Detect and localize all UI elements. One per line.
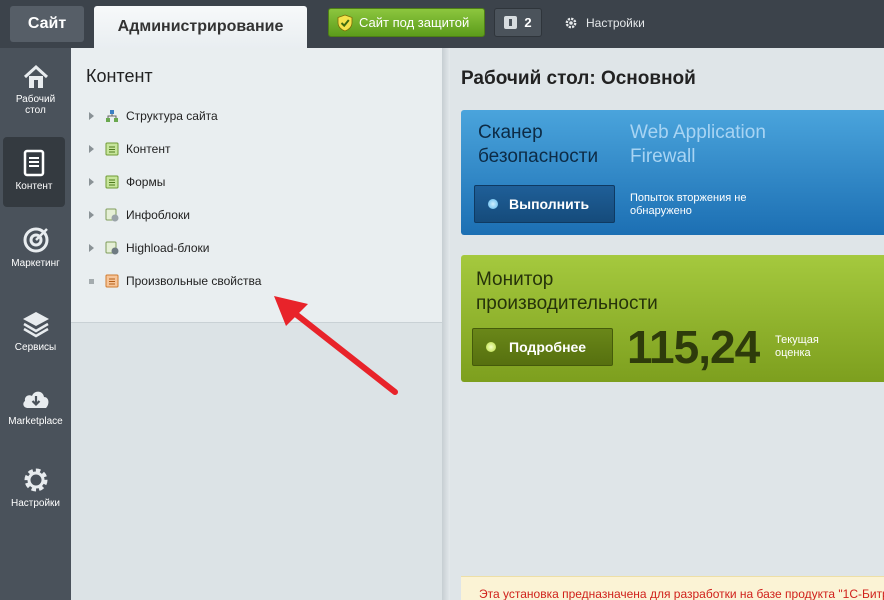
- tree-item-infoblocks[interactable]: Инфоблоки: [89, 206, 190, 224]
- scanner-title-line1: Сканер: [478, 122, 543, 143]
- monitor-more-label: Подробнее: [509, 339, 587, 355]
- shield-icon: [337, 14, 353, 31]
- tree-item-site-structure[interactable]: Структура сайта: [89, 107, 218, 125]
- tree-item-label: Формы: [126, 175, 166, 189]
- tree-item-highload[interactable]: Highload-блоки: [89, 239, 209, 257]
- monitor-title-line2: производительности: [476, 293, 658, 314]
- home-icon: [23, 64, 48, 88]
- panel-divider[interactable]: [442, 48, 450, 600]
- notifications-count: 2: [524, 15, 532, 30]
- orange-list-icon: [105, 274, 119, 288]
- tree-item-label: Структура сайта: [126, 109, 218, 123]
- run-scan-button[interactable]: Выполнить: [474, 185, 615, 223]
- green-list-icon: [105, 142, 119, 156]
- cloud-download-icon: [22, 391, 48, 408]
- gear-icon: [565, 17, 577, 28]
- bulb-icon: [488, 199, 498, 209]
- menu-item-marketing[interactable]: Маркетинг: [0, 226, 71, 269]
- run-scan-label: Выполнить: [509, 196, 590, 212]
- bullet-icon: [89, 278, 94, 284]
- tab-administration[interactable]: Администрирование: [94, 6, 307, 48]
- highload-icon: [105, 241, 119, 255]
- tree-item-label: Произвольные свойства: [126, 274, 262, 288]
- menu-item-marketing-label: Маркетинг: [11, 258, 60, 269]
- menu-item-settings[interactable]: Настройки: [0, 466, 71, 509]
- bulb-icon: [486, 342, 496, 352]
- expand-arrow-icon[interactable]: [89, 145, 94, 153]
- menu-item-marketplace-label: Marketplace: [8, 416, 63, 427]
- top-bar: Сайт Администрирование Сайт под защитой …: [0, 0, 884, 48]
- tree-item-label: Инфоблоки: [126, 208, 190, 222]
- tree-item-custom-properties[interactable]: Произвольные свойства: [89, 272, 261, 290]
- performance-monitor-widget: Монитор производительности Подробнее 115…: [461, 255, 884, 382]
- infoblock-icon: [105, 208, 119, 222]
- layers-icon: [22, 312, 49, 338]
- gear-icon: [24, 468, 47, 492]
- main-area: Рабочий стол: Основной Сканер безопаснос…: [450, 48, 884, 600]
- document-icon: [23, 149, 45, 177]
- menu-item-content-label: Контент: [15, 181, 53, 192]
- performance-score: 115,24: [627, 321, 760, 373]
- scanner-title: Сканер безопасности: [478, 121, 598, 169]
- content-panel: Контент Структура сайта Контент Формы Ин…: [71, 48, 442, 600]
- installation-warning: Эта установка предназначена для разработ…: [461, 576, 884, 600]
- notifications-button[interactable]: 2: [494, 8, 542, 37]
- tab-site[interactable]: Сайт: [10, 6, 84, 42]
- performance-score-label: Текущая оценка: [775, 334, 819, 359]
- menu-item-desktop[interactable]: Рабочий стол: [0, 64, 71, 116]
- tab-administration-label: Администрирование: [117, 18, 284, 35]
- left-menu: Рабочий стол Контент Маркетинг Сервисы M…: [0, 48, 71, 600]
- scanner-title-line2: безопасности: [478, 146, 599, 167]
- panel-empty-area: [71, 322, 442, 600]
- sitemap-icon: [106, 110, 118, 122]
- waf-title-line1: Web Application: [630, 122, 766, 143]
- monitor-title: Монитор производительности: [476, 268, 658, 316]
- top-settings-button[interactable]: Настройки: [564, 8, 645, 37]
- menu-item-desktop-label: Рабочий стол: [15, 94, 56, 116]
- monitor-more-button[interactable]: Подробнее: [472, 328, 613, 366]
- waf-title[interactable]: Web Application Firewall: [630, 121, 766, 169]
- expand-arrow-icon[interactable]: [89, 178, 94, 186]
- waf-title-line2: Firewall: [630, 146, 696, 167]
- menu-item-content[interactable]: Контент: [3, 137, 65, 207]
- expand-arrow-icon[interactable]: [89, 244, 94, 252]
- expand-arrow-icon[interactable]: [89, 211, 94, 219]
- tree-item-label: Highload-блоки: [126, 241, 210, 255]
- site-protected-button[interactable]: Сайт под защитой: [328, 8, 485, 37]
- expand-arrow-icon[interactable]: [89, 112, 94, 120]
- tree-item-label: Контент: [126, 142, 171, 156]
- tree-item-forms[interactable]: Формы: [89, 173, 165, 191]
- scanner-status-note: Попыток вторжения не обнаружено: [630, 192, 747, 217]
- top-settings-label: Настройки: [586, 15, 645, 30]
- target-icon: [23, 227, 48, 253]
- monitor-title-line1: Монитор: [476, 269, 554, 290]
- menu-item-services[interactable]: Сервисы: [0, 310, 71, 353]
- menu-item-marketplace[interactable]: Marketplace: [0, 386, 71, 427]
- info-icon: [504, 16, 518, 29]
- green-list-icon: [105, 175, 119, 189]
- tab-site-label: Сайт: [27, 15, 67, 32]
- site-protected-label: Сайт под защитой: [359, 15, 470, 30]
- menu-item-services-label: Сервисы: [14, 342, 57, 353]
- tree-item-content[interactable]: Контент: [89, 140, 170, 158]
- menu-item-settings-label: Настройки: [10, 498, 61, 509]
- panel-title: Контент: [86, 66, 153, 86]
- page-title: Рабочий стол: Основной: [461, 68, 696, 89]
- security-scanner-widget: Сканер безопасности Web Application Fire…: [461, 110, 884, 235]
